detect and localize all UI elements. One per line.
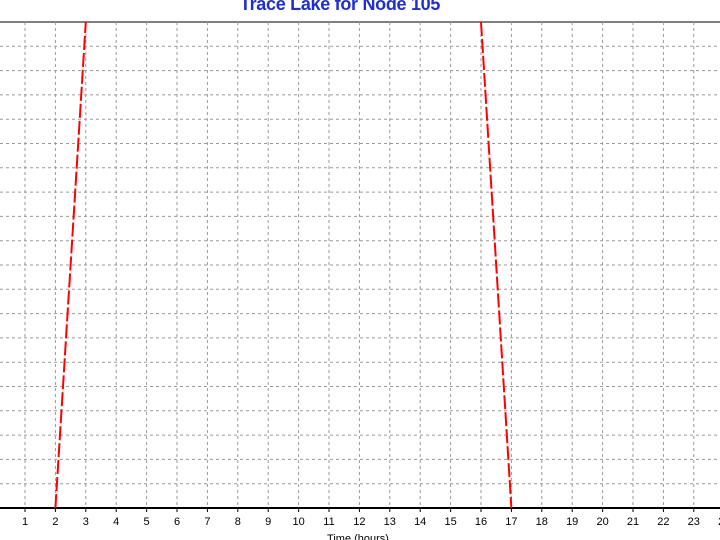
x-tick-label: 13 — [384, 516, 396, 528]
x-tick-label: 15 — [444, 516, 456, 528]
x-tick-label: 18 — [536, 516, 548, 528]
x-tick-label: 3 — [83, 516, 89, 528]
x-tick-label: 9 — [265, 516, 271, 528]
x-tick-label: 5 — [144, 516, 150, 528]
x-tick-label: 7 — [204, 516, 210, 528]
x-tick-label: 16 — [475, 516, 487, 528]
series-line-segment — [54, 21, 87, 509]
chart-window: Trace Lake for Node 105 1 2 3 4 5 6 7 8 9 10 11 12 1… — [0, 0, 720, 540]
x-tick-label: 2 — [52, 516, 58, 528]
x-tick-label: 6 — [174, 516, 180, 528]
chart-plot: 123456789101112131415161718192021222324T… — [0, 21, 720, 540]
x-tick-label: 12 — [353, 516, 365, 528]
x-axis-label: Time (hours) — [327, 533, 389, 540]
x-tick-label: 23 — [688, 516, 700, 528]
x-tick-label: 8 — [235, 516, 241, 528]
x-tick-label: 14 — [414, 516, 426, 528]
x-tick-label: 4 — [113, 516, 119, 528]
x-tick-label: 19 — [566, 516, 578, 528]
x-tick-label: 22 — [657, 516, 669, 528]
x-tick-label: 1 — [22, 516, 28, 528]
x-tick-label: 21 — [627, 516, 639, 528]
x-tick-label: 17 — [505, 516, 517, 528]
x-tick-label: 20 — [596, 516, 608, 528]
x-tick-label: 11 — [323, 516, 334, 528]
x-tick-label: 10 — [292, 516, 304, 528]
